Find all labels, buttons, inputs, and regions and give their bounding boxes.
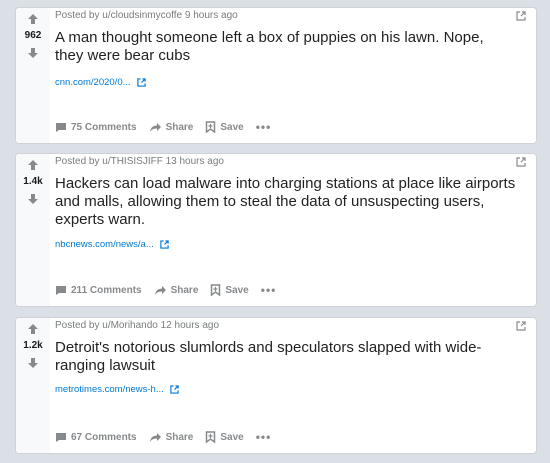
post-title[interactable]: Hackers can load malware into charging s… [55, 175, 516, 229]
post-content: Posted by u/THISISJIFF 13 hours ago Hack… [55, 154, 528, 306]
more-icon[interactable]: ••• [256, 431, 272, 443]
external-link-icon [160, 240, 169, 249]
save-button[interactable]: Save [210, 284, 249, 296]
external-link-icon [136, 78, 146, 87]
more-icon[interactable]: ••• [261, 284, 277, 296]
comment-icon [56, 432, 66, 442]
post-title[interactable]: Detroit's notorious slumlords and specul… [55, 339, 516, 375]
post-meta[interactable]: Posted by u/THISISJIFF 13 hours ago [55, 156, 224, 168]
share-icon [154, 285, 166, 295]
comment-icon [56, 285, 66, 295]
upvote-icon[interactable] [25, 11, 41, 27]
post-card[interactable]: 1.4k Posted by u/THISISJIFF 13 hours ago… [15, 153, 537, 307]
share-label: Share [170, 284, 199, 296]
post-link[interactable]: metrotimes.com/news-h... [55, 384, 179, 395]
comments-count: 211 Comments [71, 284, 142, 296]
post-actions: 75 Comments Share Save ••• [55, 121, 271, 133]
external-link-icon[interactable] [516, 154, 528, 167]
save-label: Save [220, 121, 244, 133]
comments-button[interactable]: 211 Comments [55, 285, 142, 296]
comments-count: 75 Comments [71, 121, 137, 133]
post-link-text[interactable]: cnn.com/2020/0... [55, 77, 131, 88]
vote-score: 1.2k [23, 340, 43, 351]
more-icon[interactable]: ••• [256, 121, 272, 133]
external-link-icon[interactable] [516, 318, 528, 331]
post-link[interactable]: nbcnews.com/news/a... [55, 239, 169, 250]
downvote-icon[interactable] [25, 191, 41, 207]
vote-column: 962 [16, 8, 50, 143]
post-content: Posted by u/Morihando 12 hours ago Detro… [55, 318, 528, 453]
share-button[interactable]: Share [149, 121, 194, 133]
vote-score: 1.4k [23, 176, 43, 187]
post-actions: 211 Comments Share Save ••• [55, 284, 276, 296]
share-icon [149, 432, 161, 442]
share-label: Share [165, 121, 194, 133]
post-link-text[interactable]: metrotimes.com/news-h... [55, 384, 164, 395]
vote-score: 962 [24, 30, 42, 41]
post-card[interactable]: 962 Posted by u/cloudsinmycoffe 9 hours … [15, 7, 537, 144]
post-meta[interactable]: Posted by u/Morihando 12 hours ago [55, 320, 219, 332]
upvote-icon[interactable] [25, 157, 41, 173]
downvote-icon[interactable] [25, 45, 41, 61]
save-icon [211, 284, 221, 296]
post-content: Posted by u/cloudsinmycoffe 9 hours ago … [55, 8, 528, 143]
save-button[interactable]: Save [205, 121, 244, 133]
save-label: Save [225, 284, 249, 296]
post-title[interactable]: A man thought someone left a box of pupp… [55, 29, 516, 65]
save-button[interactable]: Save [205, 431, 244, 443]
save-label: Save [220, 431, 244, 443]
comment-icon [56, 122, 66, 132]
share-button[interactable]: Share [154, 284, 199, 296]
share-icon [149, 122, 161, 132]
post-link-text[interactable]: nbcnews.com/news/a... [55, 239, 154, 250]
vote-column: 1.4k [16, 154, 50, 306]
save-icon [206, 431, 216, 443]
post-card[interactable]: 1.2k Posted by u/Morihando 12 hours ago … [15, 317, 537, 454]
save-icon [206, 121, 216, 133]
external-link-icon[interactable] [516, 8, 528, 21]
post-link[interactable]: cnn.com/2020/0... [55, 77, 146, 88]
comments-count: 67 Comments [71, 431, 137, 443]
upvote-icon[interactable] [25, 321, 41, 337]
comments-button[interactable]: 75 Comments [55, 122, 137, 133]
share-button[interactable]: Share [149, 431, 194, 443]
comments-button[interactable]: 67 Comments [55, 432, 137, 443]
downvote-icon[interactable] [25, 355, 41, 371]
post-meta[interactable]: Posted by u/cloudsinmycoffe 9 hours ago [55, 10, 238, 22]
post-actions: 67 Comments Share Save ••• [55, 431, 271, 443]
share-label: Share [165, 431, 194, 443]
external-link-icon [170, 385, 179, 394]
vote-column: 1.2k [16, 318, 50, 453]
